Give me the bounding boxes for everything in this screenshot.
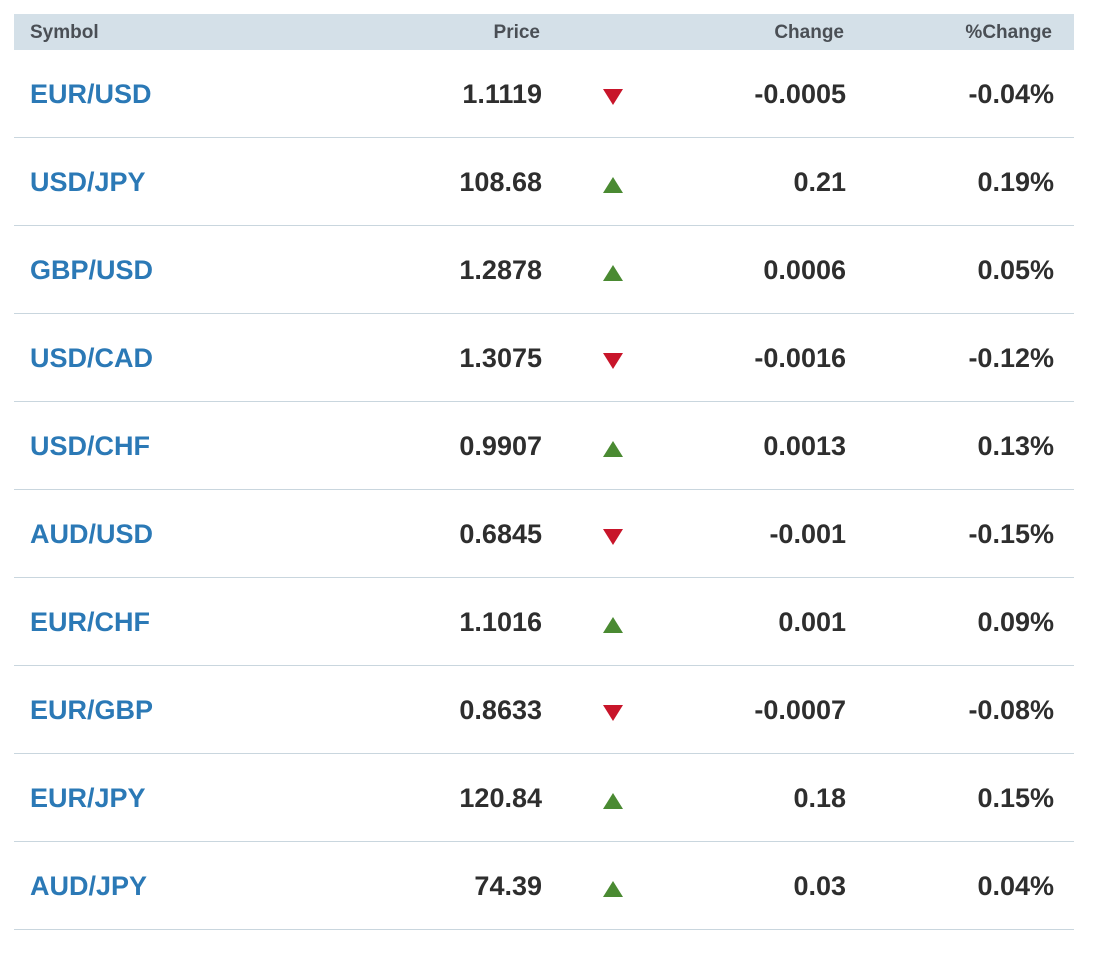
symbol-link[interactable]: AUD/USD	[30, 490, 153, 578]
column-header-symbol[interactable]: Symbol	[30, 14, 99, 52]
table-row[interactable]: AUD/JPY 74.39 0.03 0.04%	[14, 842, 1074, 930]
arrow-up-icon	[602, 174, 624, 196]
change-value: 0.18	[793, 783, 846, 813]
arrow-down-icon	[602, 524, 624, 546]
symbol-link[interactable]: USD/JPY	[30, 138, 146, 226]
table-row[interactable]: USD/CHF 0.9907 0.0013 0.13%	[14, 402, 1074, 490]
change-value: -0.0005	[754, 79, 846, 109]
change-value: 0.21	[793, 167, 846, 197]
symbol-link[interactable]: AUD/JPY	[30, 842, 147, 930]
change-value: 0.001	[778, 607, 846, 637]
table-row[interactable]: GBP/USD 1.2878 0.0006 0.05%	[14, 226, 1074, 314]
price-value: 74.39	[474, 871, 542, 901]
symbol-link[interactable]: EUR/USD	[30, 50, 152, 138]
price-value: 108.68	[459, 167, 542, 197]
table-row[interactable]: EUR/USD 1.1119 -0.0005 -0.04%	[14, 50, 1074, 138]
arrow-up-icon	[602, 614, 624, 636]
price-value: 0.9907	[459, 431, 542, 461]
change-value: 0.0013	[763, 431, 846, 461]
table-header: Symbol Price Change %Change	[14, 14, 1074, 50]
pct-change-value: 0.04%	[977, 871, 1054, 901]
change-value: -0.001	[769, 519, 846, 549]
symbol-link[interactable]: USD/CAD	[30, 314, 153, 402]
arrow-up-icon	[602, 878, 624, 900]
price-value: 0.8633	[459, 695, 542, 725]
arrow-up-icon	[602, 438, 624, 460]
pct-change-value: -0.15%	[968, 519, 1054, 549]
change-value: -0.0016	[754, 343, 846, 373]
pct-change-value: 0.19%	[977, 167, 1054, 197]
price-value: 120.84	[459, 783, 542, 813]
symbol-link[interactable]: EUR/GBP	[30, 666, 153, 754]
arrow-down-icon	[602, 84, 624, 106]
change-value: -0.0007	[754, 695, 846, 725]
arrow-down-icon	[602, 348, 624, 370]
price-value: 1.1119	[462, 79, 542, 109]
pct-change-value: 0.15%	[977, 783, 1054, 813]
column-header-pct-change[interactable]: %Change	[965, 14, 1052, 52]
price-value: 1.1016	[459, 607, 542, 637]
pct-change-value: -0.08%	[968, 695, 1054, 725]
symbol-link[interactable]: GBP/USD	[30, 226, 153, 314]
table-row[interactable]: AUD/USD 0.6845 -0.001 -0.15%	[14, 490, 1074, 578]
arrow-up-icon	[602, 262, 624, 284]
table-row[interactable]: EUR/JPY 120.84 0.18 0.15%	[14, 754, 1074, 842]
pct-change-value: 0.13%	[977, 431, 1054, 461]
table-body: EUR/USD 1.1119 -0.0005 -0.04% USD/JPY 108.68 0…	[14, 50, 1074, 930]
pct-change-value: -0.04%	[968, 79, 1054, 109]
table-row[interactable]: EUR/CHF 1.1016 0.001 0.09%	[14, 578, 1074, 666]
price-value: 0.6845	[459, 519, 542, 549]
column-header-price[interactable]: Price	[494, 14, 540, 52]
table-row[interactable]: USD/JPY 108.68 0.21 0.19%	[14, 138, 1074, 226]
change-value: 0.03	[793, 871, 846, 901]
table-row[interactable]: EUR/GBP 0.8633 -0.0007 -0.08%	[14, 666, 1074, 754]
pct-change-value: 0.09%	[977, 607, 1054, 637]
symbol-link[interactable]: EUR/CHF	[30, 578, 150, 666]
arrow-down-icon	[602, 700, 624, 722]
column-header-change[interactable]: Change	[774, 14, 844, 52]
price-value: 1.3075	[459, 343, 542, 373]
pct-change-value: -0.12%	[968, 343, 1054, 373]
price-value: 1.2878	[459, 255, 542, 285]
symbol-link[interactable]: USD/CHF	[30, 402, 150, 490]
table-row[interactable]: USD/CAD 1.3075 -0.0016 -0.12%	[14, 314, 1074, 402]
pct-change-value: 0.05%	[977, 255, 1054, 285]
change-value: 0.0006	[763, 255, 846, 285]
symbol-link[interactable]: EUR/JPY	[30, 754, 146, 842]
quotes-table: Symbol Price Change %Change EUR/USD 1.111…	[14, 14, 1074, 930]
arrow-up-icon	[602, 790, 624, 812]
